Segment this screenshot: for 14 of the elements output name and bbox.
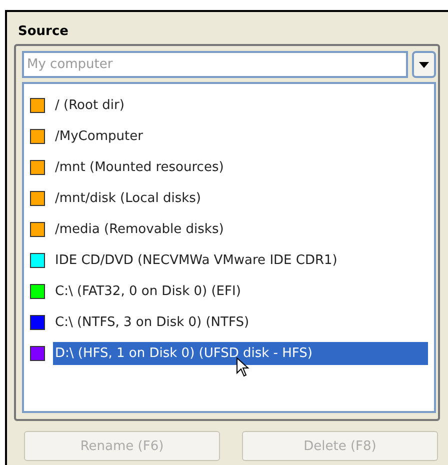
list-item[interactable]: /mnt/disk (Local disks) [53,187,203,210]
cursor-icon [236,357,250,377]
list-item[interactable]: /mnt (Mounted resources) [53,156,226,179]
dropdown-button[interactable] [412,51,436,78]
list-item[interactable]: D:\ (HFS, 1 on Disk 0) (UFSD disk - HFS) [53,342,428,365]
caret-icon [419,62,429,68]
list-item[interactable]: /media (Removable disks) [53,218,226,241]
list-item[interactable]: C:\ (NTFS, 3 on Disk 0) (NTFS) [53,311,252,334]
section-title: Source [18,22,70,40]
list-item[interactable]: / (Root dir) [53,94,126,117]
list-item[interactable]: /MyComputer [53,125,145,148]
location-field[interactable]: My computer [22,51,408,78]
list-item[interactable]: C:\ (FAT32, 0 on Disk 0) (EFI) [53,280,243,303]
list-item[interactable]: IDE CD/DVD (NECVMWa VMware IDE CDR1) [53,249,340,272]
